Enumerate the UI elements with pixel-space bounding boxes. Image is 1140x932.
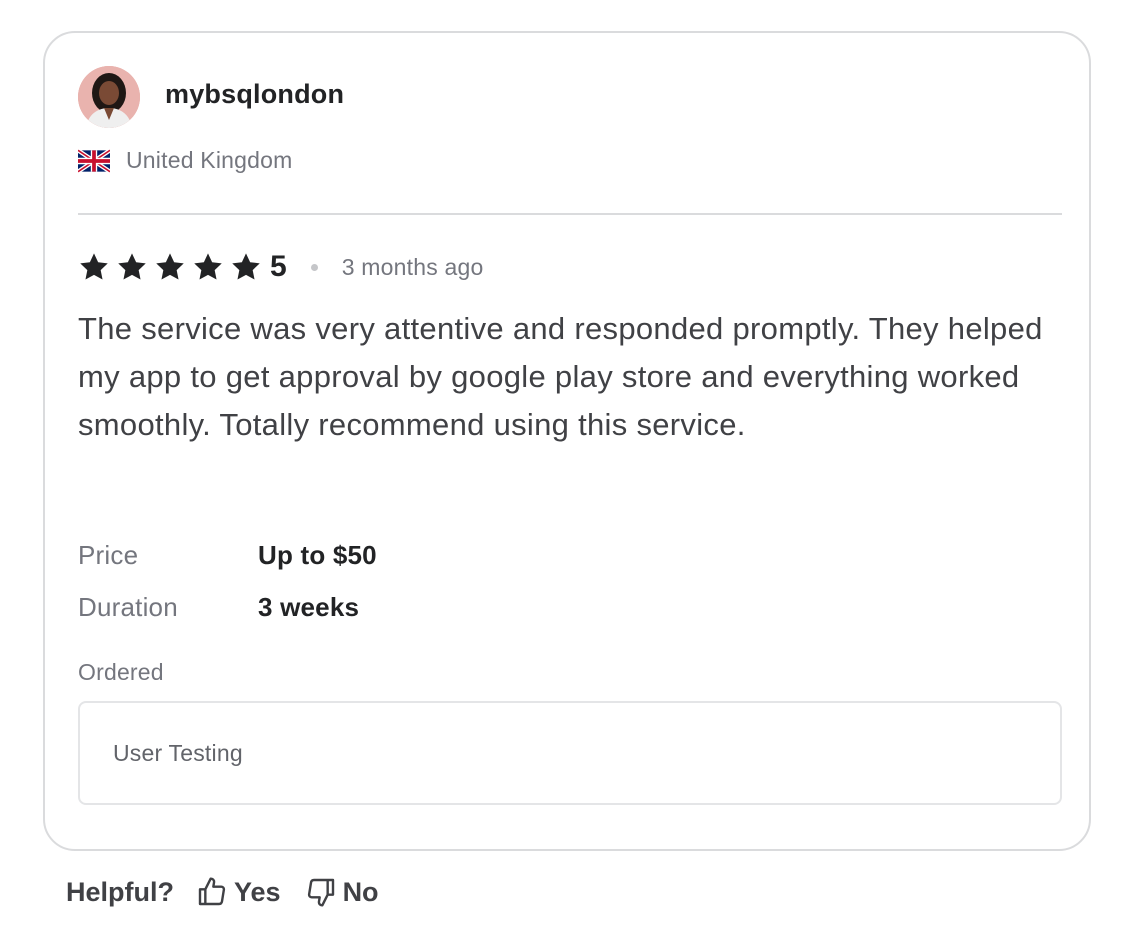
rating-value: 5	[270, 250, 287, 283]
review-time: 3 months ago	[341, 253, 484, 280]
separator-dot	[310, 263, 318, 271]
duration-label: Duration	[78, 591, 178, 622]
price-label: Price	[78, 539, 139, 570]
thumbs-up-icon	[198, 877, 226, 906]
star-icon	[194, 253, 222, 280]
star-rating	[78, 251, 262, 283]
duration-row: Duration 3 weeks	[78, 581, 377, 633]
avatar-photo	[78, 66, 140, 128]
helpful-yes-label: Yes	[234, 876, 281, 907]
star-icon	[156, 253, 184, 280]
duration-value: 3 weeks	[258, 591, 360, 622]
ordered-gig-box[interactable]: User Testing	[78, 701, 1062, 805]
price-value: Up to $50	[258, 539, 377, 570]
reviewer-country-row: United Kingdom	[78, 147, 292, 174]
avatar[interactable]	[78, 66, 140, 128]
thumbs-down-icon	[307, 878, 334, 907]
helpful-yes-button[interactable]: Yes	[196, 876, 281, 908]
ordered-gig-title: User Testing	[113, 739, 243, 766]
price-row: Price Up to $50	[78, 529, 377, 581]
reviewer-country: United Kingdom	[126, 147, 293, 173]
reviewer-username[interactable]: mybsqlondon	[165, 79, 344, 110]
rating-row: 5 3 months ago	[78, 247, 483, 287]
star-icon	[118, 253, 146, 280]
helpful-label: Helpful?	[66, 876, 174, 907]
helpful-bar: Helpful? Yes No	[66, 872, 403, 912]
review-text: The service was very attentive and respo…	[78, 311, 1043, 442]
ordered-label: Ordered	[78, 659, 164, 685]
helpful-no-button[interactable]: No	[305, 876, 379, 908]
divider	[78, 213, 1062, 215]
star-icon	[232, 253, 260, 280]
helpful-no-label: No	[342, 876, 379, 907]
star-icon	[80, 253, 108, 280]
review-card: mybsqlondon United Kingdom 5 3 months ag…	[43, 31, 1091, 851]
uk-flag-icon	[78, 148, 110, 173]
review-details: Price Up to $50 Duration 3 weeks	[78, 529, 377, 633]
